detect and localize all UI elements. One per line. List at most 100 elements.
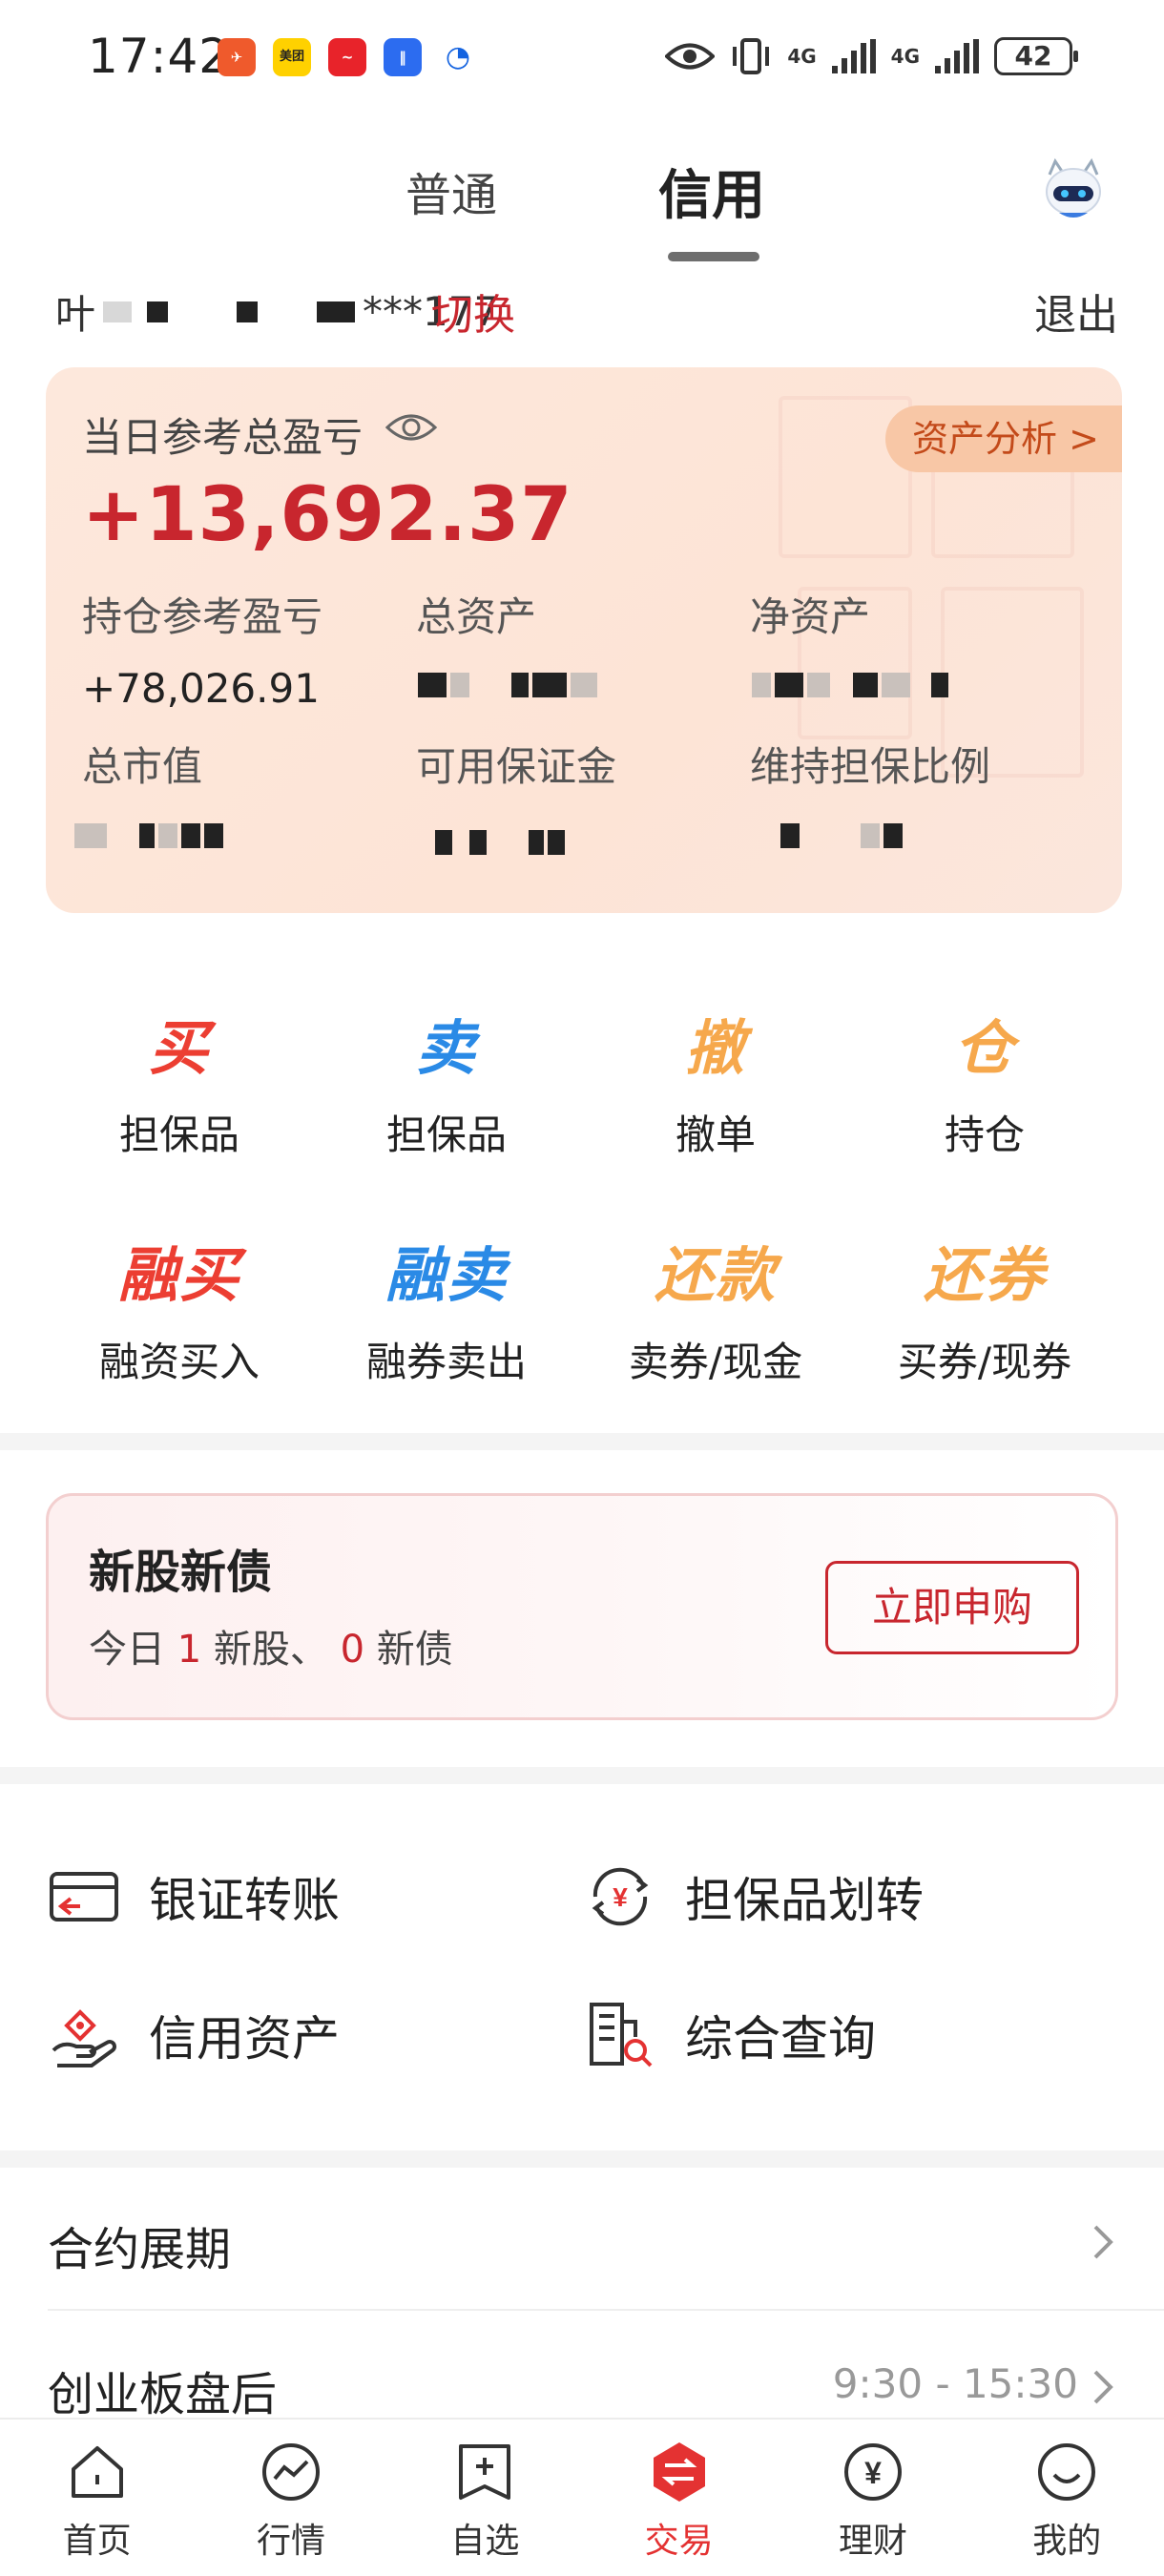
- available-margin-masked: [435, 830, 569, 855]
- net-assets-masked: [752, 673, 952, 697]
- nav-watchlist[interactable]: 自选: [388, 2420, 582, 2576]
- margin-buy-icon: 融买: [117, 1240, 240, 1310]
- tab-active-indicator: [668, 252, 759, 261]
- eye-comfort-icon: [665, 43, 716, 70]
- status-right: 4G 4G 42: [665, 32, 1078, 80]
- action-label: 持仓: [944, 1111, 1025, 1158]
- action-label: 担保品: [385, 1111, 507, 1158]
- buy-collateral-button[interactable]: 买 担保品: [46, 1000, 313, 1161]
- meituan-app-icon: 美团: [273, 38, 311, 76]
- nav-home[interactable]: 首页: [0, 2420, 194, 2576]
- repay-cash-button[interactable]: 还款 卖券/现金: [582, 1227, 849, 1388]
- market-value-masked: [74, 823, 227, 848]
- eye-toggle-icon[interactable]: [385, 410, 438, 445]
- ipo-stock-count: 1: [177, 1628, 202, 1672]
- status-bar: 17:42 ✈ 美团 ~ ‖ ◔ 4G 4G 42: [0, 0, 1164, 114]
- action-label: 担保品: [118, 1111, 239, 1158]
- comprehensive-query-item[interactable]: 综合查询: [584, 1999, 876, 2071]
- account-mask: [317, 301, 356, 322]
- asset-analysis-button[interactable]: 资产分析 >: [885, 405, 1122, 472]
- nav-label: 我的: [1032, 2522, 1102, 2561]
- section-divider: [0, 1767, 1164, 1784]
- bank-securities-transfer-item[interactable]: 银证转账: [48, 1860, 340, 1933]
- tab-normal[interactable]: 普通: [405, 157, 497, 224]
- nav-market[interactable]: 行情: [194, 2420, 387, 2576]
- row-title: 合约展期: [48, 2223, 232, 2276]
- building-search-icon: [590, 2003, 653, 2067]
- nav-wealth[interactable]: ¥ 理财: [776, 2420, 969, 2576]
- action-label: 卖券/现金: [628, 1339, 803, 1385]
- account-mask: [273, 301, 301, 322]
- nav-label: 行情: [256, 2522, 325, 2561]
- maintenance-ratio-label: 维持担保比例: [750, 743, 991, 790]
- ipo-today-text: 今日: [89, 1628, 165, 1672]
- buy-icon: 买: [148, 1013, 210, 1083]
- short-sell-button[interactable]: 融卖 融券卖出: [313, 1227, 580, 1388]
- watchlist-icon: [459, 2444, 511, 2500]
- maintenance-ratio-masked: [780, 823, 906, 848]
- bank-card-icon: [50, 1872, 118, 1922]
- action-label: 买券/现券: [897, 1339, 1072, 1385]
- subscribe-now-button[interactable]: 立即申购: [825, 1561, 1079, 1654]
- trade-icon: [653, 2442, 705, 2502]
- ipo-stock-text: 新股、: [213, 1628, 328, 1672]
- return-securities-button[interactable]: 还券 买券/现券: [851, 1227, 1118, 1388]
- account-mask: [183, 301, 221, 322]
- action-label: 撤单: [675, 1111, 756, 1158]
- status-time: 17:42: [88, 29, 231, 84]
- wealth-icon: ¥: [843, 2443, 902, 2501]
- nav-label: 交易: [644, 2522, 714, 2561]
- action-label: 融资买入: [98, 1339, 260, 1385]
- account-mask: [147, 301, 169, 322]
- svg-text:¥: ¥: [864, 2456, 882, 2490]
- total-assets-masked: [418, 673, 601, 697]
- logout-link[interactable]: 退出: [1034, 280, 1118, 342]
- collateral-transfer-item[interactable]: ¥ 担保品划转: [584, 1860, 924, 1933]
- signal-label-1: 4G: [787, 45, 817, 68]
- service-label: 信用资产: [149, 2011, 340, 2067]
- chevron-right-icon: [1093, 2370, 1113, 2404]
- return-securities-icon: 还券: [923, 1240, 1046, 1310]
- positions-icon: 仓: [953, 1013, 1015, 1083]
- nav-label: 首页: [62, 2522, 132, 2561]
- nav-label: 理财: [838, 2522, 907, 2561]
- ipo-title: 新股新债: [89, 1546, 273, 1599]
- contract-extension-row[interactable]: 合约展期: [0, 2168, 1164, 2311]
- section-divider: [0, 1433, 1164, 1450]
- ipo-bond-text: 新债: [376, 1628, 453, 1672]
- signal-bars-1-icon: [831, 39, 876, 73]
- row-separator: [48, 2309, 1164, 2311]
- sell-collateral-button[interactable]: 卖 担保品: [313, 1000, 580, 1161]
- market-icon: [261, 2443, 320, 2501]
- service-label: 综合查询: [685, 2011, 876, 2067]
- switch-account-link[interactable]: 切换: [431, 280, 515, 342]
- bank-app-icon: ◔: [439, 38, 477, 76]
- account-mask: [237, 301, 259, 322]
- daily-pl-label: 当日参考总盈亏: [82, 414, 364, 461]
- row-title: 创业板盘后: [48, 2368, 278, 2421]
- section-divider: [0, 2150, 1164, 2168]
- net-assets-label: 净资产: [750, 593, 871, 640]
- daily-pl-value: +13,692.37: [82, 472, 573, 558]
- bell-app-icon: ✈: [218, 38, 256, 76]
- tab-credit[interactable]: 信用: [658, 153, 765, 230]
- robot-assistant-icon[interactable]: [1040, 157, 1107, 220]
- service-label: 银证转账: [149, 1873, 340, 1928]
- nav-profile[interactable]: 我的: [970, 2420, 1164, 2576]
- ipo-subscription-card: 新股新债 今日 1 新股、 0 新债 立即申购: [46, 1493, 1118, 1720]
- chevron-right-icon: [1093, 2225, 1113, 2259]
- credit-assets-item[interactable]: 信用资产: [48, 1999, 340, 2071]
- repay-icon: 还款: [654, 1240, 777, 1310]
- svg-text:¥: ¥: [613, 1882, 628, 1912]
- nav-trade[interactable]: 交易: [582, 2420, 776, 2576]
- battery-indicator: 42: [994, 37, 1078, 75]
- action-label: 融券卖出: [365, 1339, 527, 1385]
- positions-button[interactable]: 仓 持仓: [851, 1000, 1118, 1161]
- stock-app-icon: ~: [328, 38, 366, 76]
- margin-buy-button[interactable]: 融买 融资买入: [46, 1227, 313, 1388]
- ipo-bond-count: 0: [340, 1628, 365, 1672]
- home-icon: [71, 2446, 123, 2498]
- cancel-order-button[interactable]: 撤 撤单: [582, 1000, 849, 1161]
- signal-label-2: 4G: [890, 45, 920, 68]
- signal-bars-2-icon: [935, 39, 979, 73]
